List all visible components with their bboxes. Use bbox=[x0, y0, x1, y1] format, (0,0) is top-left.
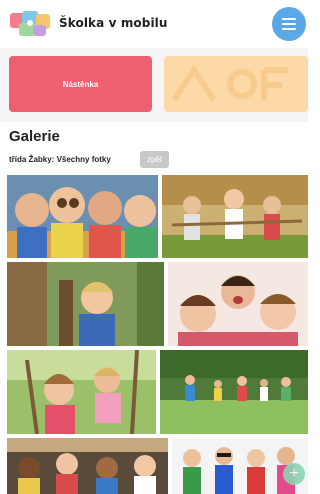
second-tile-button[interactable] bbox=[164, 56, 308, 112]
boy-behind-tree-photo[interactable] bbox=[7, 262, 164, 346]
children-binoculars-photo[interactable] bbox=[7, 175, 158, 258]
plus-icon[interactable]: + bbox=[283, 463, 305, 485]
page-title: Galerie bbox=[9, 128, 60, 145]
children-tug-of-war-photo[interactable] bbox=[162, 175, 308, 258]
girls-on-swing-photo[interactable] bbox=[7, 350, 156, 434]
app-header: Školka v mobilu bbox=[0, 0, 308, 48]
decorative-pattern-icon bbox=[171, 64, 288, 102]
logo-icon[interactable] bbox=[9, 10, 52, 38]
children-in-classroom-photo[interactable] bbox=[7, 438, 168, 494]
tiles-section: Nástěnka bbox=[0, 48, 308, 122]
back-button[interactable]: zpět bbox=[140, 151, 169, 168]
hamburger-menu-icon[interactable] bbox=[272, 7, 306, 41]
app-title[interactable]: Školka v mobilu bbox=[59, 16, 168, 30]
children-funny-faces-photo[interactable] bbox=[168, 262, 308, 346]
wall-tile-label: Nástěnka bbox=[62, 79, 99, 89]
wall-tile-button[interactable]: Nástěnka bbox=[9, 56, 152, 112]
gallery-filter-label: třída Žabky: Všechny fotky bbox=[9, 155, 111, 164]
children-running-in-park-photo[interactable] bbox=[160, 350, 308, 434]
